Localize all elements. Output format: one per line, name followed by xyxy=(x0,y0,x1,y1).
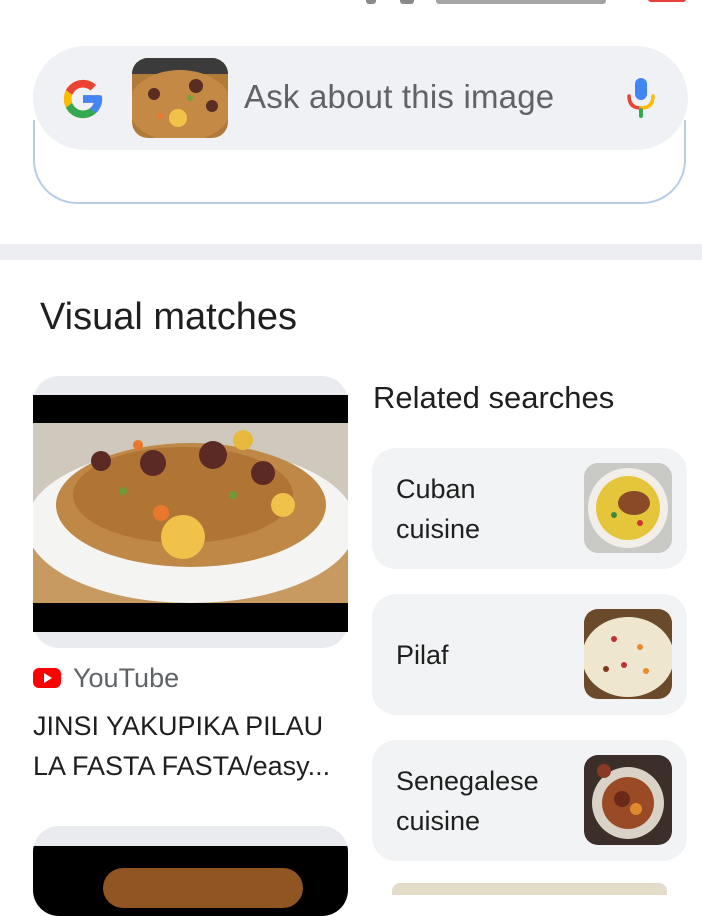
search-input[interactable]: Ask about this image xyxy=(244,78,554,116)
related-search-label: Cuban cuisine xyxy=(396,473,481,544)
match-source[interactable]: YouTube xyxy=(33,662,179,694)
microphone-icon[interactable] xyxy=(626,76,656,120)
cuban-cuisine-image xyxy=(584,463,672,553)
query-image-thumbnail[interactable] xyxy=(132,58,228,138)
rice-dish-image xyxy=(132,58,228,138)
related-search-senegalese-cuisine[interactable]: Senegalese cuisine xyxy=(372,740,687,861)
section-divider xyxy=(0,244,702,260)
related-search-label: Senegalese cuisine xyxy=(396,765,539,836)
google-g-icon xyxy=(63,79,103,119)
related-searches-title: Related searches xyxy=(373,380,615,415)
visual-matches-title: Visual matches xyxy=(40,296,297,338)
pilaf-image xyxy=(584,609,672,699)
related-search-card-partial[interactable] xyxy=(392,883,667,895)
status-indicators xyxy=(436,0,606,4)
battery-icon xyxy=(648,0,686,2)
status-bar xyxy=(0,0,702,8)
match-title[interactable]: JINSI YAKUPIKA PILAU LA FASTA FASTA/easy… xyxy=(33,706,353,786)
youtube-icon xyxy=(33,668,61,688)
visual-match-card[interactable] xyxy=(33,826,348,916)
senegalese-cuisine-image xyxy=(584,755,672,845)
pilau-dish-image xyxy=(26,395,356,632)
food-image xyxy=(103,868,303,908)
source-label: YouTube xyxy=(73,662,180,693)
related-search-pilaf[interactable]: Pilaf xyxy=(372,594,687,715)
status-icon xyxy=(400,0,414,4)
related-search-cuban-cuisine[interactable]: Cuban cuisine xyxy=(372,448,687,569)
visual-match-image[interactable] xyxy=(26,395,356,632)
status-icon xyxy=(366,0,376,4)
related-search-label: Pilaf xyxy=(396,639,449,670)
